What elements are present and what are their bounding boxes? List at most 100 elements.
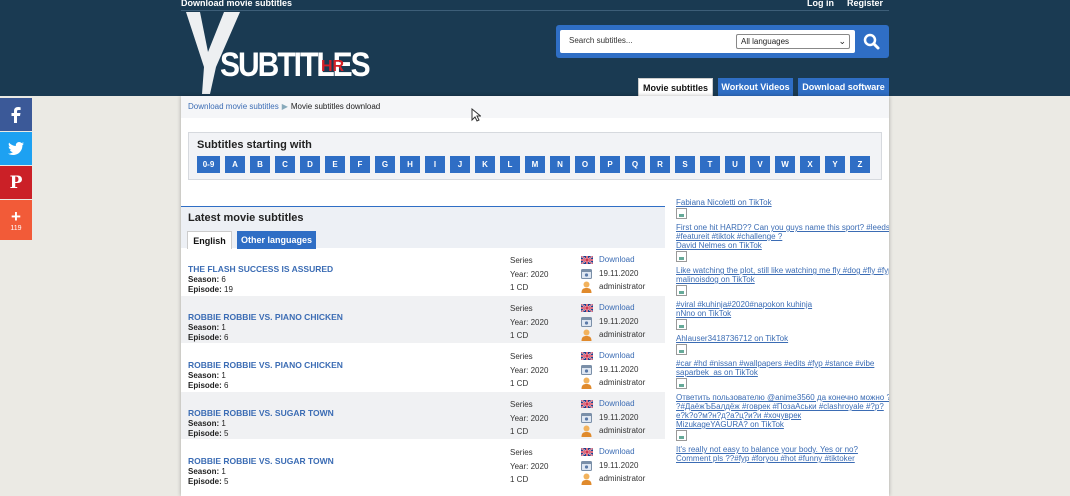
letter-button-a[interactable]: A: [225, 156, 245, 173]
subtitle-title-link[interactable]: THE FLASH SUCCESS IS ASSURED: [188, 264, 333, 274]
feed-link[interactable]: nNno on TikTok: [676, 309, 889, 318]
letter-button-r[interactable]: R: [650, 156, 670, 173]
letter-button-f[interactable]: F: [350, 156, 370, 173]
letter-button-z[interactable]: Z: [850, 156, 870, 173]
feed-link[interactable]: #featureit #tiktok #challenge ?: [676, 232, 889, 241]
tab-workout-videos[interactable]: Workout Videos: [718, 78, 793, 96]
letter-button-m[interactable]: M: [525, 156, 545, 173]
letter-button-d[interactable]: D: [300, 156, 320, 173]
feed-link[interactable]: First one hit HARD?? Can you guys name t…: [676, 223, 889, 232]
letter-button-0-9[interactable]: 0-9: [197, 156, 220, 173]
letter-button-c[interactable]: C: [275, 156, 295, 173]
subtitle-title-link[interactable]: ROBBIE ROBBIE VS. PIANO CHICKEN: [188, 360, 343, 370]
letter-button-p[interactable]: P: [600, 156, 620, 173]
feed-link[interactable]: saparbek_as on TikTok: [676, 368, 889, 377]
subtitle-title-link[interactable]: ROBBIE ROBBIE VS. SUGAR TOWN: [188, 408, 334, 418]
episode-value: 6: [224, 381, 229, 390]
feed-link[interactable]: David Nelmes on TikTok: [676, 241, 889, 250]
feed-item: Fabiana Nicoletti on TikTok: [676, 198, 889, 219]
search-button[interactable]: [858, 30, 884, 53]
broken-image-icon[interactable]: [676, 208, 687, 219]
register-link[interactable]: Register: [847, 0, 883, 8]
subtitle-year: Year: 2020: [510, 318, 549, 327]
feed-link[interactable]: Ahlauser3418736712 on TikTok: [676, 334, 889, 343]
letter-button-k[interactable]: K: [475, 156, 495, 173]
letter-button-h[interactable]: H: [400, 156, 420, 173]
feed-item: Ahlauser3418736712 on TikTok: [676, 334, 889, 355]
facebook-share-button[interactable]: [0, 98, 32, 131]
download-link[interactable]: Download: [599, 447, 635, 456]
letter-button-b[interactable]: B: [250, 156, 270, 173]
letter-button-l[interactable]: L: [500, 156, 520, 173]
twitter-share-button[interactable]: [0, 132, 32, 165]
feed-link[interactable]: #viral #kuhinja#2020#napokon kuhinja: [676, 300, 889, 309]
broken-image-icon[interactable]: [676, 430, 687, 441]
feed-link[interactable]: Fabiana Nicoletti on TikTok: [676, 198, 889, 207]
broken-image-icon[interactable]: [676, 378, 687, 389]
season-value: 1: [221, 371, 226, 380]
letter-button-i[interactable]: I: [425, 156, 445, 173]
search-input[interactable]: Search subtitles... All languages ⌄: [560, 30, 855, 53]
subtitle-row: ROBBIE ROBBIE VS. PIANO CHICKEN Season: 1…: [181, 344, 665, 392]
letter-button-o[interactable]: O: [575, 156, 595, 173]
season-info: Season: 1: [188, 467, 226, 476]
upload-date: 19.11.2020: [599, 269, 639, 278]
feed-link[interactable]: Ответить пользователю @anime3560 да коне…: [676, 393, 889, 402]
letter-button-v[interactable]: V: [750, 156, 770, 173]
feed-link[interactable]: malinoisdog on TikTok: [676, 275, 889, 284]
season-value: 6: [221, 275, 226, 284]
calendar-icon: [581, 317, 592, 327]
calendar-icon: [581, 461, 592, 471]
more-share-button[interactable]: + 119: [0, 200, 32, 240]
language-select[interactable]: All languages ⌄: [736, 34, 850, 49]
download-link[interactable]: Download: [599, 255, 635, 264]
feed-link[interactable]: It's really not easy to balance your bod…: [676, 445, 889, 454]
feed-link[interactable]: MizukageYAGURA? on TikTok: [676, 420, 889, 429]
site-logo[interactable]: SUBTITLES HR: [186, 12, 371, 94]
subtitle-title-link[interactable]: ROBBIE ROBBIE VS. PIANO CHICKEN: [188, 312, 343, 322]
tab-english[interactable]: English: [187, 231, 232, 249]
uploader-name[interactable]: administrator: [599, 378, 645, 387]
letter-button-e[interactable]: E: [325, 156, 345, 173]
feed-item: First one hit HARD?? Can you guys name t…: [676, 223, 889, 262]
tab-movie-subtitles[interactable]: Movie subtitles: [638, 78, 713, 96]
logo-suffix: HR: [321, 58, 345, 75]
sidebar-feed: Fabiana Nicoletti on TikTok First one hit…: [676, 198, 889, 467]
letter-button-s[interactable]: S: [675, 156, 695, 173]
pinterest-share-button[interactable]: P: [0, 166, 32, 199]
broken-image-icon[interactable]: [676, 251, 687, 262]
tab-download-software[interactable]: Download software: [798, 78, 889, 96]
letter-button-q[interactable]: Q: [625, 156, 645, 173]
season-info: Season: 6: [188, 275, 226, 284]
uploader-name[interactable]: administrator: [599, 474, 645, 483]
download-link[interactable]: Download: [599, 303, 635, 312]
letter-button-w[interactable]: W: [775, 156, 795, 173]
broken-image-icon[interactable]: [676, 319, 687, 330]
letter-button-u[interactable]: U: [725, 156, 745, 173]
tab-other-languages[interactable]: Other languages: [237, 231, 316, 249]
download-link[interactable]: Download: [599, 399, 635, 408]
feed-link[interactable]: e?k?o?м?н?д?а?ц?и?и #хочуврек: [676, 411, 889, 420]
user-icon: [581, 425, 592, 437]
uploader-name[interactable]: administrator: [599, 426, 645, 435]
login-link[interactable]: Log in: [807, 0, 834, 8]
language-select-value: All languages: [741, 37, 790, 46]
broken-image-icon[interactable]: [676, 285, 687, 296]
letter-button-x[interactable]: X: [800, 156, 820, 173]
uploader-name[interactable]: administrator: [599, 330, 645, 339]
feed-link[interactable]: Like watching the plot, still like watch…: [676, 266, 889, 275]
broken-image-icon[interactable]: [676, 344, 687, 355]
breadcrumb-home-link[interactable]: Download movie subtitles: [188, 102, 279, 111]
feed-link[interactable]: Comment pls ??#fyp #foryou #hot #funny #…: [676, 454, 889, 463]
letter-button-j[interactable]: J: [450, 156, 470, 173]
letter-button-n[interactable]: N: [550, 156, 570, 173]
uploader-name[interactable]: administrator: [599, 282, 645, 291]
letter-button-t[interactable]: T: [700, 156, 720, 173]
feed-link[interactable]: ?#ДаёжЪБалдёж #говрек #ПозаАськи #clashr…: [676, 402, 889, 411]
subtitle-title-link[interactable]: ROBBIE ROBBIE VS. SUGAR TOWN: [188, 456, 334, 466]
download-link[interactable]: Download: [599, 351, 635, 360]
letter-button-g[interactable]: G: [375, 156, 395, 173]
feed-link[interactable]: #car #hd #nissan #wallpapers #edits #fyp…: [676, 359, 889, 368]
letter-button-y[interactable]: Y: [825, 156, 845, 173]
letter-index-title: Subtitles starting with: [197, 139, 312, 151]
